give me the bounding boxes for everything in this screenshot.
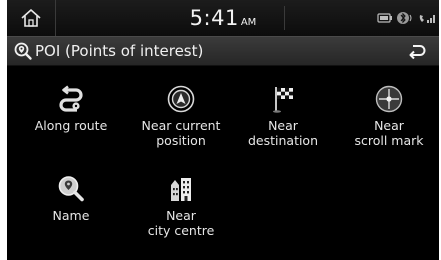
- status-bar: 5:41 AM: [7, 0, 439, 36]
- along-route-icon: [59, 85, 83, 112]
- city-centre-icon: [171, 178, 191, 201]
- clock: 5:41 AM: [7, 0, 439, 36]
- near-city-centre-label: Near city centre: [147, 208, 215, 238]
- status-icons: [377, 0, 437, 36]
- page-title: POI (Points of interest): [35, 42, 204, 60]
- clock-time: 5:41: [189, 6, 239, 30]
- scroll-mark-icon: [375, 85, 403, 113]
- navigation-screen: 5:41 AM POI (Points of interest) Along r…: [7, 0, 439, 260]
- name-search-icon: [58, 176, 84, 202]
- back-button[interactable]: [395, 37, 439, 65]
- bluetooth-audio-icon: [397, 12, 412, 24]
- near-destination-button[interactable]: Near destination: [231, 84, 335, 148]
- along-route-button[interactable]: Along route: [19, 84, 123, 133]
- near-scroll-mark-label: Near scroll mark: [354, 118, 424, 148]
- poi-menu-grid: Along route Near current position Near d…: [7, 64, 439, 260]
- destination-flag-icon: [273, 87, 293, 113]
- near-current-position-button[interactable]: Near current position: [129, 84, 233, 148]
- near-destination-label: Near destination: [247, 118, 319, 148]
- back-arrow-icon: [409, 45, 426, 59]
- name-label: Name: [52, 208, 90, 223]
- near-scroll-mark-button[interactable]: Near scroll mark: [337, 84, 439, 148]
- clock-ampm: AM: [240, 17, 257, 28]
- name-search-button[interactable]: Name: [19, 174, 123, 223]
- divider: [284, 6, 285, 30]
- current-position-icon: [167, 85, 195, 113]
- near-city-centre-button[interactable]: Near city centre: [129, 174, 233, 238]
- along-route-label: Along route: [34, 118, 108, 133]
- media-usb-icon: [377, 13, 392, 23]
- poi-search-icon: [14, 42, 32, 60]
- near-current-position-label: Near current position: [141, 118, 221, 148]
- phone-signal-icon: [419, 15, 435, 23]
- title-bar: POI (Points of interest): [7, 36, 439, 66]
